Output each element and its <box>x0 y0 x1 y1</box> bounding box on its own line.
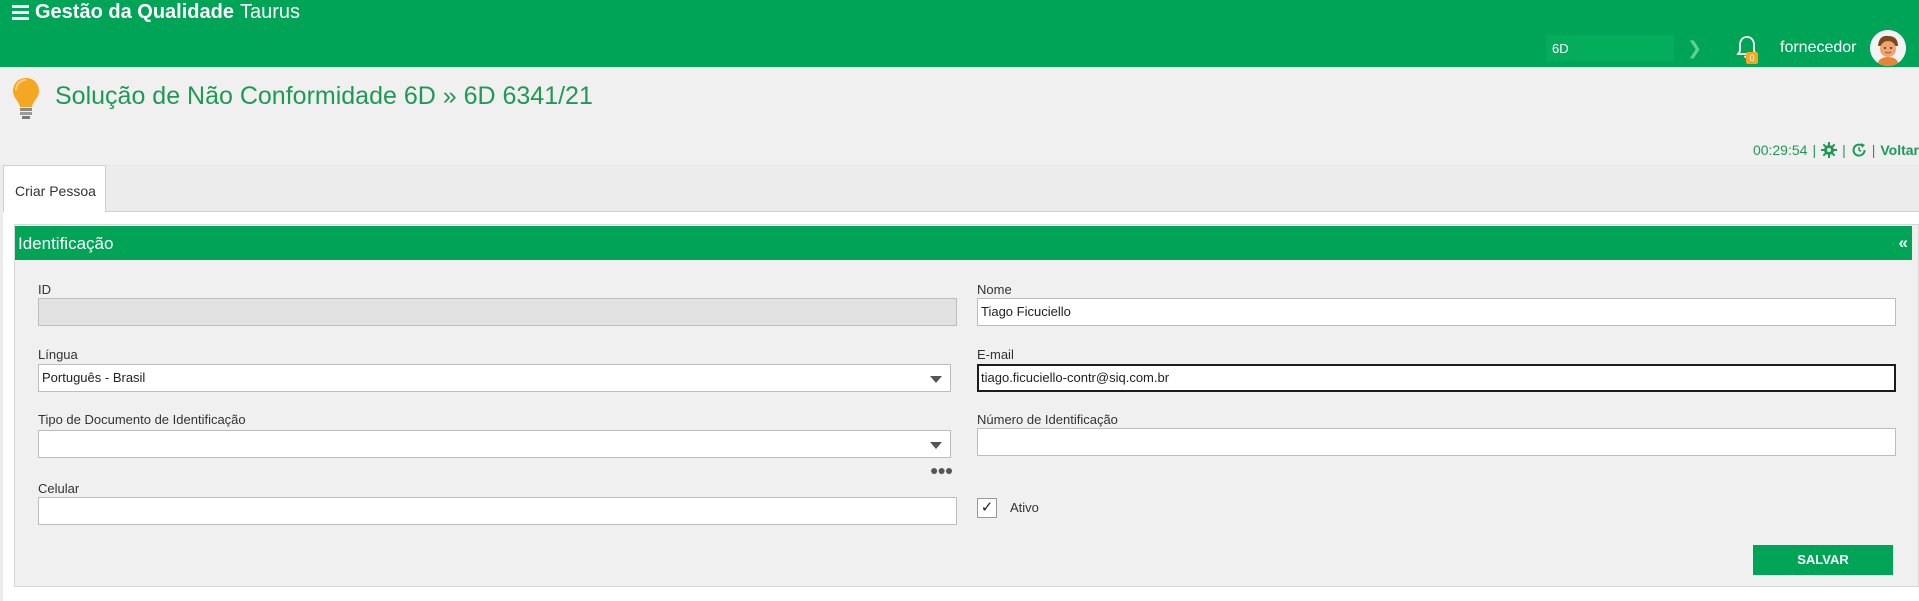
numero-identificacao-label: Número de Identificação <box>977 412 1118 427</box>
lingua-select[interactable]: Português - Brasil <box>38 364 951 392</box>
email-field[interactable]: tiago.ficuciello-contr@siq.com.br <box>977 364 1896 392</box>
app-title-light: Taurus <box>239 1 300 23</box>
chevron-down-icon <box>930 376 942 383</box>
toolbar-separator: | <box>1871 142 1876 158</box>
nome-label: Nome <box>977 282 1012 297</box>
email-label: E-mail <box>977 347 1014 362</box>
app-title-bold: Gestão da Qualidade <box>35 1 234 23</box>
tab-label: Criar Pessoa <box>15 183 96 199</box>
lingua-label: Língua <box>38 347 78 362</box>
avatar-icon[interactable] <box>1870 30 1906 66</box>
identification-panel <box>14 224 1919 587</box>
page-toolbar: 00:29:54 | | | Voltar <box>1753 142 1919 158</box>
section-header[interactable]: Identificação « <box>15 226 1912 260</box>
numero-identificacao-field[interactable] <box>977 428 1896 456</box>
search-input[interactable]: 6D <box>1545 34 1675 62</box>
nome-field[interactable]: Tiago Ficuciello <box>977 298 1896 326</box>
notification-badge: 0 <box>1746 52 1758 64</box>
chevron-down-icon <box>930 442 942 449</box>
session-timer: 00:29:54 <box>1752 142 1808 158</box>
collapse-icon[interactable]: « <box>1899 233 1908 253</box>
hamburger-icon[interactable] <box>12 4 29 20</box>
lightbulb-icon <box>13 78 39 119</box>
toolbar-separator: | <box>1812 142 1817 158</box>
save-button[interactable]: SALVAR <box>1753 545 1893 575</box>
celular-field[interactable] <box>38 497 957 525</box>
ativo-checkbox[interactable]: ✓ <box>977 498 997 518</box>
search-input-value: 6D <box>1552 41 1569 56</box>
page-title: Solução de Não Conformidade 6D » 6D 6341… <box>55 82 593 110</box>
celular-label: Celular <box>38 481 80 496</box>
ativo-label: Ativo <box>1010 500 1039 515</box>
back-link[interactable]: Voltar <box>1880 142 1919 158</box>
app-brand: Gestão da Qualidade Taurus <box>12 1 300 23</box>
chevron-right-icon[interactable]: ❯ <box>1687 38 1702 59</box>
section-title: Identificação <box>18 234 114 253</box>
lingua-select-value: Português - Brasil <box>42 370 146 385</box>
toolbar-separator: | <box>1842 142 1846 158</box>
id-field <box>38 298 957 326</box>
tipo-documento-label: Tipo de Documento de Identificação <box>38 412 246 427</box>
user-name[interactable]: fornecedor <box>1780 39 1857 57</box>
more-options-icon[interactable]: ●●● <box>930 462 953 478</box>
id-label: ID <box>38 282 51 297</box>
refresh-clock-icon[interactable] <box>1851 142 1867 158</box>
tipo-documento-select[interactable] <box>38 430 951 458</box>
gear-icon[interactable] <box>1821 142 1838 158</box>
tab-criar-pessoa[interactable]: Criar Pessoa <box>3 165 106 212</box>
